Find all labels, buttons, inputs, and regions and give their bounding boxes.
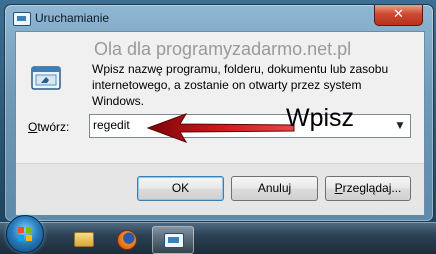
window-title: Uruchamianie bbox=[35, 11, 110, 25]
taskbar-explorer[interactable] bbox=[62, 226, 102, 252]
browse-label-rest: rzeglądaj... bbox=[342, 181, 402, 195]
ok-button[interactable]: OK bbox=[137, 176, 224, 201]
watermark-text: Ola dla programyzadarmo.net.pl bbox=[94, 39, 352, 59]
dialog-body: Ola dla programyzadarmo.net.pl Wpisz naz… bbox=[15, 31, 425, 215]
close-button[interactable]: ✕ bbox=[374, 5, 423, 26]
firefox-icon bbox=[117, 230, 137, 250]
run-dialog: Uruchamianie ✕ Ola dla programyzadarmo.n… bbox=[4, 4, 434, 222]
windows-start-icon[interactable] bbox=[6, 215, 44, 253]
dialog-description: Wpisz nazwę programu, folderu, dokumentu… bbox=[92, 62, 389, 108]
taskbar-run[interactable] bbox=[152, 226, 194, 254]
taskbar bbox=[0, 215, 436, 254]
taskbar-firefox[interactable] bbox=[106, 226, 146, 252]
browse-button[interactable]: Przeglądaj... bbox=[325, 176, 411, 201]
open-label-accel: O bbox=[28, 120, 38, 134]
red-arrow-annotation bbox=[146, 113, 295, 143]
chevron-down-icon[interactable]: ▼ bbox=[391, 115, 409, 137]
open-label: Otwórz: bbox=[28, 120, 69, 134]
run-program-icon bbox=[31, 66, 61, 90]
run-icon bbox=[13, 12, 31, 26]
browse-accel: P bbox=[334, 181, 343, 195]
close-icon: ✕ bbox=[393, 7, 404, 22]
title-bar[interactable]: Uruchamianie ✕ bbox=[5, 5, 433, 31]
cancel-button[interactable]: Anuluj bbox=[231, 176, 318, 201]
folder-icon bbox=[74, 232, 94, 247]
run-icon bbox=[164, 233, 184, 248]
annotation-text: Wpisz bbox=[286, 104, 355, 132]
open-label-rest: twórz: bbox=[37, 120, 70, 134]
